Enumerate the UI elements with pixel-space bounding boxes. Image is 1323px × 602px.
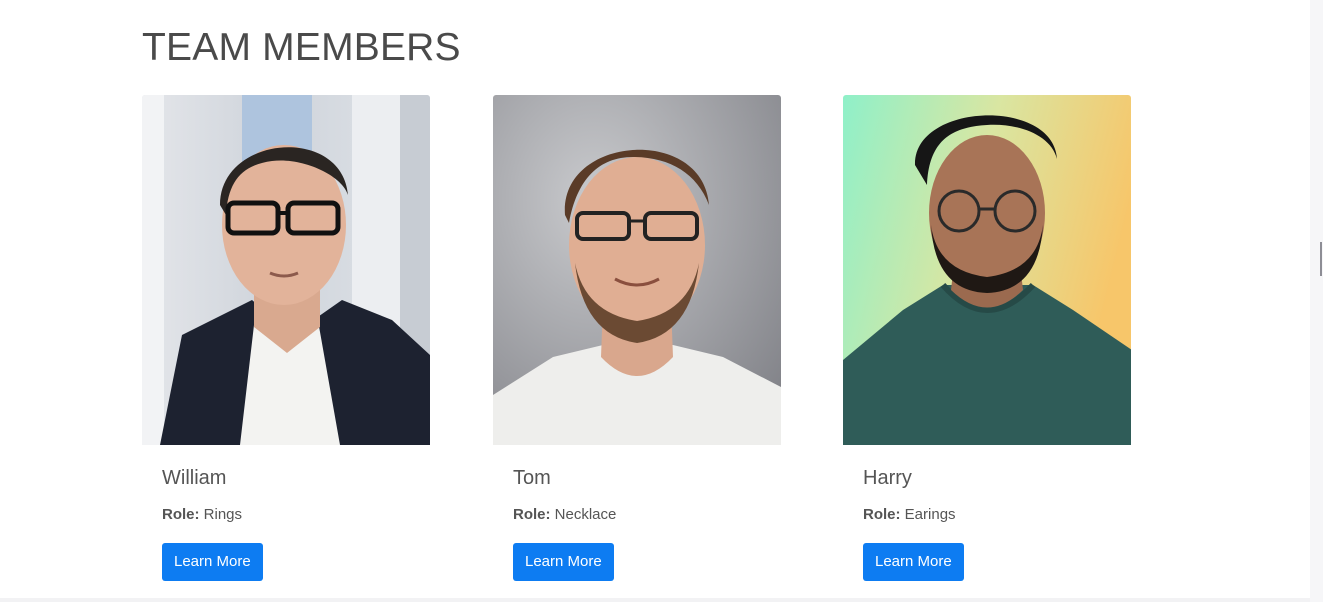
member-name: Harry <box>863 467 912 489</box>
member-card-body: William Role: Rings Learn More <box>142 465 432 581</box>
role-key: Role: <box>513 506 551 523</box>
role-key: Role: <box>162 506 200 523</box>
learn-more-button[interactable]: Learn More <box>863 543 964 581</box>
role-value: Earings <box>904 506 956 523</box>
member-card-body: Tom Role: Necklace Learn More <box>493 465 783 581</box>
member-card-harry: Harry Role: Earings Learn More <box>843 95 1133 581</box>
member-name: Tom <box>513 467 551 489</box>
role-value: Necklace <box>554 506 617 523</box>
member-photo-harry <box>843 95 1131 445</box>
team-section: TEAM MEMBERS William Role: Rings Learn M… <box>0 0 1310 598</box>
page: TEAM MEMBERS William Role: Rings Learn M… <box>0 0 1323 602</box>
member-card-body: Harry Role: Earings Learn More <box>843 465 1133 581</box>
scrollbar-thumb[interactable] <box>1320 242 1322 276</box>
member-card-tom: Tom Role: Necklace Learn More <box>493 95 783 581</box>
member-name: William <box>162 467 227 489</box>
scrollbar[interactable] <box>1310 0 1323 602</box>
role-value: Rings <box>203 506 243 523</box>
member-photo-william <box>142 95 430 445</box>
member-photo-tom <box>493 95 781 445</box>
member-role: Role: Earings <box>863 505 1133 525</box>
section-bottom-edge <box>0 598 1310 602</box>
section-title: TEAM MEMBERS <box>142 26 461 69</box>
member-role: Role: Necklace <box>513 505 783 525</box>
member-card-william: William Role: Rings Learn More <box>142 95 432 581</box>
learn-more-button[interactable]: Learn More <box>162 543 263 581</box>
member-role: Role: Rings <box>162 505 432 525</box>
learn-more-button[interactable]: Learn More <box>513 543 614 581</box>
role-key: Role: <box>863 506 901 523</box>
